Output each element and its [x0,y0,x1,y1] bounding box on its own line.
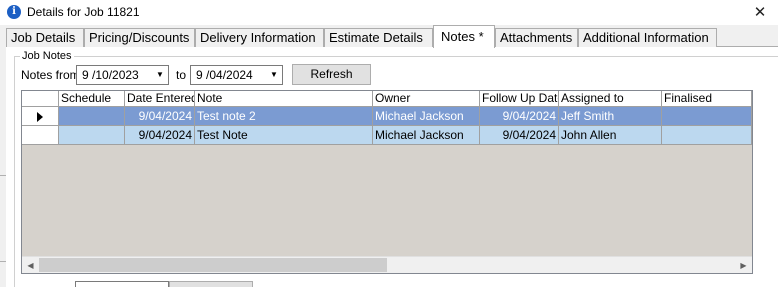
table-row[interactable]: 9/04/2024 Test Note Michael Jackson 9/04… [22,126,752,145]
column-header-owner[interactable]: Owner [373,91,480,107]
notes-from-label: Notes from [21,68,80,82]
current-row-arrow-icon [37,112,43,122]
column-header-note[interactable]: Note [195,91,373,107]
to-label: to [176,68,187,82]
scrollbar-thumb[interactable] [39,258,387,272]
from-date-picker[interactable]: 9 /10/2023 ▼ [76,65,169,85]
to-date-value: 9 /04/2024 [196,68,253,82]
window-title: Details for Job 11821 [27,5,140,19]
column-header-assigned-to[interactable]: Assigned to [559,91,662,107]
cell-schedule[interactable] [59,126,125,145]
tab-label: Estimate Details [329,30,423,45]
refresh-button[interactable]: Refresh [292,64,371,85]
cell-assigned-to[interactable]: John Allen [559,126,662,145]
column-header-follow-up-date[interactable]: Follow Up Date [480,91,559,107]
tab-label: Pricing/Discounts [89,30,190,45]
partial-button[interactable] [169,281,253,287]
tab-delivery-information[interactable]: Delivery Information [195,28,324,47]
grid-corner-header [22,91,59,107]
scroll-right-arrow-icon[interactable]: ▶ [735,257,752,273]
cell-note[interactable]: Test Note [195,126,373,145]
horizontal-scrollbar[interactable]: ◀ ▶ [22,256,752,273]
cell-finalised[interactable] [662,126,752,145]
scroll-left-arrow-icon[interactable]: ◀ [22,257,39,273]
column-header-schedule[interactable]: Schedule [59,91,125,107]
tab-attachments[interactable]: Attachments [495,28,578,47]
chevron-down-icon[interactable]: ▼ [267,67,281,83]
info-icon: i [7,5,21,19]
row-selector[interactable] [22,107,59,126]
close-button[interactable]: ✕ [746,1,774,23]
tab-pricing-discounts[interactable]: Pricing/Discounts [84,28,195,47]
tab-notes[interactable]: Notes * [433,25,495,48]
tab-job-details[interactable]: Job Details [6,28,84,47]
notes-grid[interactable]: Schedule Date Entered Note Owner Follow … [21,90,753,274]
cell-schedule[interactable] [59,107,125,126]
partial-combo-box[interactable] [75,281,169,287]
tab-estimate-details[interactable]: Estimate Details [324,28,433,47]
to-date-picker[interactable]: 9 /04/2024 ▼ [190,65,283,85]
tab-label: Job Details [11,30,76,45]
cell-follow-up-date[interactable]: 9/04/2024 [480,126,559,145]
tab-label: Delivery Information [200,30,316,45]
cell-date-entered[interactable]: 9/04/2024 [125,126,195,145]
tab-label: Attachments [500,30,573,45]
from-date-value: 9 /10/2023 [82,68,139,82]
cell-date-entered[interactable]: 9/04/2024 [125,107,195,126]
title-bar: i Details for Job 11821 ✕ [0,0,778,25]
tab-label: Notes * [441,29,484,44]
cell-finalised[interactable] [662,107,752,126]
chevron-down-icon[interactable]: ▼ [153,67,167,83]
table-row[interactable]: 9/04/2024 Test note 2 Michael Jackson 9/… [22,107,752,126]
row-selector[interactable] [22,126,59,145]
job-notes-group-title: Job Notes [20,49,74,63]
column-header-date-entered[interactable]: Date Entered [125,91,195,107]
tab-additional-information[interactable]: Additional Information [578,28,717,47]
cell-follow-up-date[interactable]: 9/04/2024 [480,107,559,126]
column-header-finalised[interactable]: Finalised [662,91,752,107]
cell-assigned-to[interactable]: Jeff Smith [559,107,662,126]
cell-note[interactable]: Test note 2 [195,107,373,126]
cell-owner[interactable]: Michael Jackson [373,107,480,126]
cell-owner[interactable]: Michael Jackson [373,126,480,145]
tab-label: Additional Information [583,30,709,45]
